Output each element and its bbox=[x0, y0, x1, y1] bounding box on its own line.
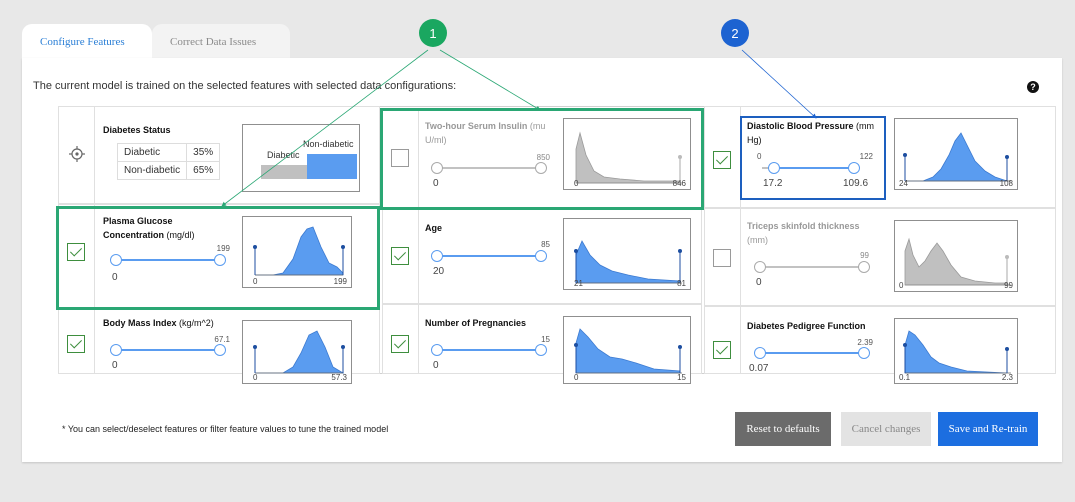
highlight-insulin bbox=[380, 108, 704, 210]
triceps-slider-min-knob bbox=[754, 261, 766, 273]
pedigree-slider-min-knob[interactable] bbox=[754, 347, 766, 359]
triceps-slider-max: 99 bbox=[860, 251, 869, 260]
bp-hist-max: 108 bbox=[999, 179, 1013, 188]
diabetic-bar bbox=[261, 165, 307, 179]
pregnancies-hist-max: 15 bbox=[677, 373, 686, 382]
bmi-checkbox[interactable] bbox=[67, 335, 85, 353]
reset-button[interactable]: Reset to defaults bbox=[735, 412, 831, 446]
age-histogram: 21 81 bbox=[563, 218, 691, 290]
bmi-title: Body Mass Index (kg/m^2) bbox=[103, 318, 214, 328]
pregnancies-title: Number of Pregnancies bbox=[425, 318, 527, 328]
bmi-hist-max: 57.3 bbox=[331, 373, 347, 382]
pregnancies-checkbox[interactable] bbox=[391, 335, 409, 353]
age-hist-max: 81 bbox=[677, 279, 686, 288]
triceps-hist-min: 0 bbox=[899, 281, 904, 290]
pedigree-hist-max: 2.3 bbox=[1001, 373, 1013, 382]
highlight-glucose bbox=[56, 206, 380, 310]
nondiabetic-bar-label: Non-diabetic bbox=[303, 139, 354, 149]
tab-correct-data-issues[interactable]: Correct Data Issues bbox=[152, 24, 290, 58]
target-row-nondiabetic: Non-diabetic 65% bbox=[116, 161, 221, 180]
pedigree-slider-max: 2.39 bbox=[857, 338, 873, 347]
pedigree-hist-svg bbox=[903, 330, 1011, 374]
age-slider-track[interactable] bbox=[437, 255, 541, 257]
highlight-bp bbox=[740, 116, 886, 200]
bmi-slider-min: 0 bbox=[112, 360, 118, 371]
age-hist-min: 21 bbox=[574, 279, 583, 288]
target-distribution-chart: Diabetic Non-diabetic bbox=[242, 124, 360, 192]
intro-text: The current model is trained on the sele… bbox=[33, 80, 457, 92]
callout-1: 1 bbox=[419, 19, 447, 47]
nondiabetic-bar bbox=[307, 154, 357, 179]
pedigree-histogram: 0.1 2.3 bbox=[894, 318, 1018, 384]
pregnancies-slider-max-knob[interactable] bbox=[535, 344, 547, 356]
crosshair-icon[interactable] bbox=[69, 146, 85, 162]
bmi-histogram: 0 57.3 bbox=[242, 320, 352, 384]
target-row-diabetic: Diabetic 35% bbox=[116, 143, 221, 162]
pedigree-title: Diabetes Pedigree Function bbox=[747, 321, 866, 331]
pedigree-hist-min: 0.1 bbox=[899, 373, 911, 382]
age-slider-max-knob[interactable] bbox=[535, 250, 547, 262]
bmi-slider-track[interactable] bbox=[116, 349, 220, 351]
triceps-histogram: 0 99 bbox=[894, 220, 1018, 292]
pregnancies-slider-min-knob[interactable] bbox=[431, 344, 443, 356]
age-slider-max: 85 bbox=[541, 240, 550, 249]
bp-hist-min: 24 bbox=[899, 179, 908, 188]
pregnancies-hist-svg bbox=[574, 328, 682, 374]
target-table: Diabetic 35% Non-diabetic 65% bbox=[116, 143, 221, 180]
pedigree-slider-max-knob[interactable] bbox=[858, 347, 870, 359]
save-retrain-button[interactable]: Save and Re-train bbox=[938, 412, 1038, 446]
pregnancies-slider-max: 15 bbox=[541, 335, 550, 344]
age-slider-min: 20 bbox=[433, 266, 445, 277]
pedigree-slider-track[interactable] bbox=[760, 352, 864, 354]
triceps-hist-svg bbox=[904, 237, 1011, 286]
tab-bar: Configure Features Correct Data Issues bbox=[22, 24, 290, 58]
pedigree-slider-min: 0.07 bbox=[749, 363, 769, 374]
age-hist-svg bbox=[574, 240, 682, 284]
age-title: Age bbox=[425, 223, 443, 233]
triceps-slider-max-knob bbox=[858, 261, 870, 273]
tab-configure-features[interactable]: Configure Features bbox=[22, 24, 152, 58]
triceps-slider-track bbox=[760, 266, 864, 268]
bmi-slider-min-knob[interactable] bbox=[110, 344, 122, 356]
triceps-hist-max: 99 bbox=[1004, 281, 1013, 290]
triceps-slider-min: 0 bbox=[756, 277, 762, 288]
pregnancies-hist-min: 0 bbox=[574, 373, 579, 382]
target-title: Diabetes Status bbox=[103, 125, 171, 135]
pedigree-checkbox[interactable] bbox=[713, 341, 731, 359]
pregnancies-slider-track[interactable] bbox=[437, 349, 541, 351]
callout-2: 2 bbox=[721, 19, 749, 47]
diabetic-bar-label: Diabetic bbox=[267, 150, 300, 160]
cancel-button[interactable]: Cancel changes bbox=[841, 412, 931, 446]
bp-histogram: 24 108 bbox=[894, 118, 1018, 190]
age-slider-min-knob[interactable] bbox=[431, 250, 443, 262]
bmi-slider-max: 67.1 bbox=[214, 335, 230, 344]
triceps-checkbox[interactable] bbox=[713, 249, 731, 267]
pregnancies-slider-min: 0 bbox=[433, 360, 439, 371]
bmi-slider-max-knob[interactable] bbox=[214, 344, 226, 356]
age-checkbox[interactable] bbox=[391, 247, 409, 265]
bmi-hist-min: 0 bbox=[253, 373, 258, 382]
pregnancies-histogram: 0 15 bbox=[563, 316, 691, 384]
footnote: * You can select/deselect features or fi… bbox=[62, 424, 389, 434]
bp-checkbox[interactable] bbox=[713, 151, 731, 169]
triceps-title: Triceps skinfold thickness (mm) bbox=[747, 221, 860, 245]
help-icon[interactable]: ? bbox=[1027, 81, 1039, 93]
